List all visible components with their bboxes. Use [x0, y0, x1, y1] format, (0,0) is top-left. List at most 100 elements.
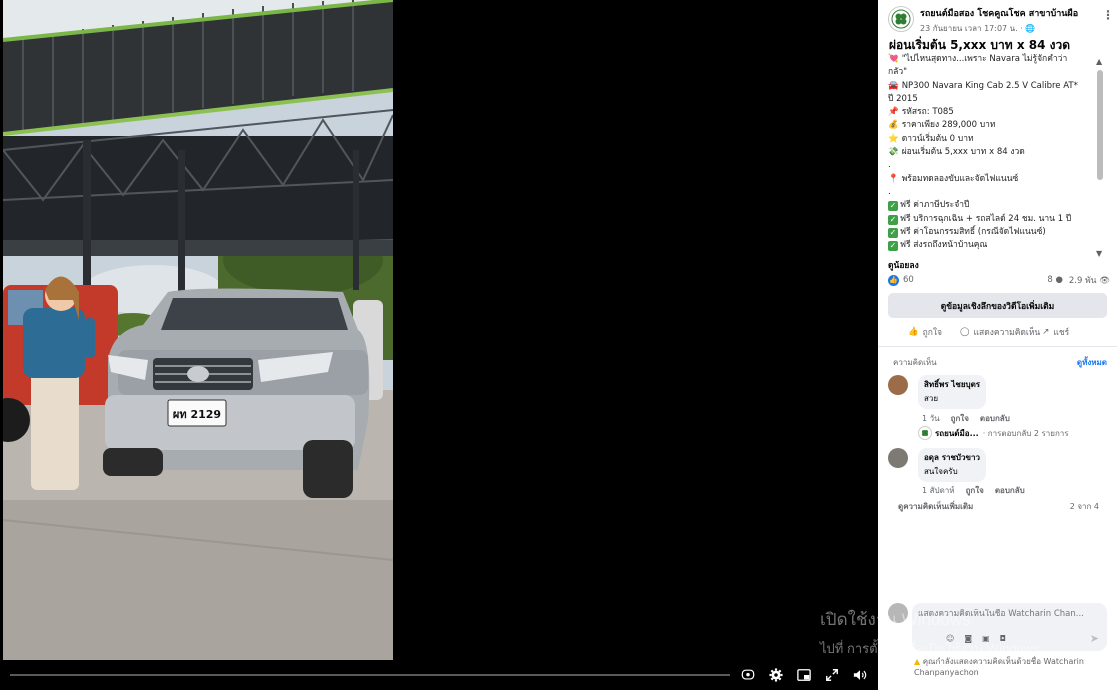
settings-icon[interactable] — [768, 668, 784, 682]
checklist-text: ฟรี ค่าภาษีประจำปี — [900, 200, 970, 211]
globe-icon: 🌐 — [1025, 24, 1036, 33]
commenting-as-notice: ▲ คุณกำลังแสดงความคิดเห็นด้วยชื่อ Watcha… — [914, 656, 1114, 678]
post-timestamp[interactable]: 23 กันยายน เวลา 17:07 น. · 🌐 — [920, 22, 1078, 35]
view-count-stat: 2.9 พัน 👁 — [1069, 273, 1110, 287]
commenter-avatar[interactable] — [888, 448, 908, 468]
post-scrollbar[interactable]: ▲ ▼ — [1096, 57, 1104, 258]
video-player[interactable]: ผท 2129 — [0, 0, 878, 690]
reactions-bar: 👍 60 8 ● 2.9 พัน 👁 — [888, 273, 1110, 287]
like-reaction-icon: 👍 — [888, 274, 899, 286]
comment-icon: ◯ — [960, 327, 970, 337]
windows-activation-watermark: เปิดใช้งาน Windows ไปที่ การตั้งค่า เพื่… — [820, 606, 1040, 659]
emoji-icon: 📌 — [888, 107, 899, 118]
scroll-down-arrow-icon[interactable]: ▼ — [1096, 249, 1102, 258]
notice-text: คุณกำลังแสดงความคิดเห็นด้วยชื่อ Watchari… — [914, 657, 1084, 677]
reply-count-text[interactable]: · การตอบกลับ 2 รายการ — [983, 427, 1069, 440]
like-button[interactable]: 👍 ถูกใจ — [908, 325, 942, 339]
checklist-line: ✓ ฟรี ค่าภาษีประจำปี — [888, 199, 1096, 212]
post-body-line: 📌 รหัสรถ: T085 — [888, 106, 1096, 119]
scrollbar-thumb[interactable] — [1097, 70, 1103, 180]
comment-button-label: แสดงความคิดเห็น — [973, 328, 1041, 338]
reply-preview[interactable]: รถยนต์มือ... · การตอบกลับ 2 รายการ — [918, 426, 1069, 440]
checklist-text: ฟรี บริการฉุกเฉิน + รถสไลด์ 24 ชม. นาน 1… — [900, 213, 1072, 224]
comment-count-stat[interactable]: 8 ● — [1047, 275, 1063, 285]
see-less-link[interactable]: ดูน้อยลง — [888, 258, 919, 272]
comment-button[interactable]: ◯ แสดงความคิดเห็น — [960, 325, 1040, 339]
checklist-text: ฟรี ส่งรถถึงหน้าบ้านคุณ — [900, 240, 988, 251]
post-header: รถยนต์มือสอง โชคคูณโชค สาขาบ้านผือ 23 กั… — [888, 6, 1078, 35]
scroll-up-arrow-icon[interactable]: ▲ — [1096, 57, 1102, 66]
post-body: 💘 "ไปไหนสุดทาง...เพราะ Navara ไม่รู้จักค… — [888, 53, 1096, 258]
comment-item: อดุล ราชบัวขาว สนใจครับ — [888, 448, 986, 482]
comment-time[interactable]: 1 วัน — [922, 412, 940, 425]
reply-page-avatar — [918, 426, 932, 440]
clover-logo-icon — [891, 9, 911, 29]
post-body-line: 💰 ราคาเพียง 289,000 บาท — [888, 119, 1096, 132]
share-button-label: แชร์ — [1053, 328, 1070, 338]
emoji-icon: 💸 — [888, 147, 899, 158]
comment-time[interactable]: 1 สัปดาห์ — [922, 484, 955, 497]
comment-like-link[interactable]: ถูกใจ — [966, 484, 984, 497]
reaction-count[interactable]: 60 — [903, 275, 914, 285]
video-frame[interactable]: ผท 2129 — [3, 0, 393, 660]
post-body-line: 💸 ผ่อนเริ่มต้น 5,xxx บาท x 84 งวด — [888, 146, 1096, 159]
comment-meta: 1 สัปดาห์ ถูกใจ ตอบกลับ — [922, 484, 1025, 497]
comment-pagination-count: 2 จาก 4 — [1069, 502, 1099, 511]
post-body-line: กลัว" — [888, 66, 1096, 79]
post-body-line: ⭐ ดาวน์เริ่มต้น 0 บาท — [888, 133, 1096, 146]
captions-icon[interactable] — [740, 668, 756, 682]
clover-logo-icon — [922, 430, 928, 436]
share-button[interactable]: ↗ แชร์ — [1042, 325, 1069, 339]
commenter-avatar[interactable] — [888, 375, 908, 395]
more-comments-link[interactable]: ดูความคิดเห็นเพิ่มเติม — [898, 500, 973, 513]
comment-bubble: อดุล ราชบัวขาว สนใจครับ — [918, 448, 986, 482]
see-all-comments-link[interactable]: ดูทั้งหมด — [1077, 356, 1107, 369]
watermark-line1: เปิดใช้งาน Windows — [820, 610, 971, 629]
volume-icon[interactable] — [852, 668, 868, 682]
post-time-text[interactable]: 23 กันยายน เวลา 17:07 น. · — [920, 24, 1025, 33]
page-name-link[interactable]: รถยนต์มือสอง โชคคูณโชค สาขาบ้านผือ — [920, 6, 1078, 20]
check-mark-icon: ✓ — [888, 227, 898, 238]
comment-like-link[interactable]: ถูกใจ — [951, 412, 969, 425]
post-body-text: "ไปไหนสุดทาง...เพราะ Navara ไม่รู้จักคำว… — [901, 54, 1068, 64]
divider — [878, 346, 1117, 347]
video-insights-button[interactable]: ดูข้อมูลเชิงลึกของวิดีโอเพิ่มเติม — [888, 293, 1107, 318]
post-sidebar: รถยนต์มือสอง โชคคูณโชค สาขาบ้านผือ 23 กั… — [878, 0, 1117, 690]
checklist-line: ✓ ฟรี ค่าโอนกรรมสิทธิ์ (กรณีจัดไฟแนนซ์) — [888, 226, 1096, 239]
license-plate: ผท 2129 — [173, 408, 221, 421]
player-controls — [740, 668, 868, 682]
comment-reply-link[interactable]: ตอบกลับ — [995, 484, 1025, 497]
comment-item: สิทธิ์พร ไชยบุตร สวย — [888, 375, 987, 409]
check-mark-icon: ✓ — [888, 214, 898, 225]
emoji-icon: 💘 — [888, 54, 899, 64]
post-body-text: กลัว" — [888, 67, 908, 78]
post-body-text: . — [888, 160, 891, 171]
like-button-label: ถูกใจ — [922, 328, 943, 338]
comments-section-label: ความคิดเห็น — [893, 358, 937, 367]
more-dots-icon[interactable]: ⋮ — [1102, 8, 1114, 22]
comment-bubble: สิทธิ์พร ไชยบุตร สวย — [918, 375, 987, 409]
picture-in-picture-icon[interactable] — [796, 668, 812, 682]
post-body-line: . — [888, 186, 1096, 199]
emoji-icon: 💰 — [888, 120, 899, 131]
post-body-text: ราคาเพียง 289,000 บาท — [901, 120, 996, 131]
comment-author[interactable]: อดุล ราชบัวขาว — [924, 451, 980, 464]
post-body-line: 📍 พร้อมทดลองขับและจัดไฟแนนซ์ — [888, 173, 1096, 186]
comment-text: สวย — [924, 394, 939, 403]
emoji-icon: 🚘 — [888, 80, 899, 91]
comment-reply-link[interactable]: ตอบกลับ — [980, 412, 1010, 425]
reply-author[interactable]: รถยนต์มือ... — [935, 427, 979, 440]
comment-author[interactable]: สิทธิ์พร ไชยบุตร — [924, 378, 980, 391]
fullscreen-icon[interactable] — [824, 668, 840, 682]
post-body-text: ดาวน์เริ่มต้น 0 บาท — [901, 133, 974, 144]
post-body-text: ปี 2015 — [888, 93, 918, 104]
progress-bar[interactable] — [10, 674, 730, 676]
send-icon[interactable]: ➤ — [1090, 632, 1099, 645]
post-body-text: . — [888, 186, 891, 197]
comment-meta: 1 วัน ถูกใจ ตอบกลับ — [922, 412, 1010, 425]
watermark-line2: ไปที่ การตั้งค่า เพื่อเปิดใช้งาน Windows — [820, 641, 1040, 656]
post-body-text: พร้อมทดลองขับและจัดไฟแนนซ์ — [901, 173, 1019, 184]
post-body-text: รหัสรถ: T085 — [901, 107, 954, 118]
page-avatar[interactable] — [888, 6, 914, 32]
view-count-value: 2.9 พัน — [1068, 276, 1097, 286]
